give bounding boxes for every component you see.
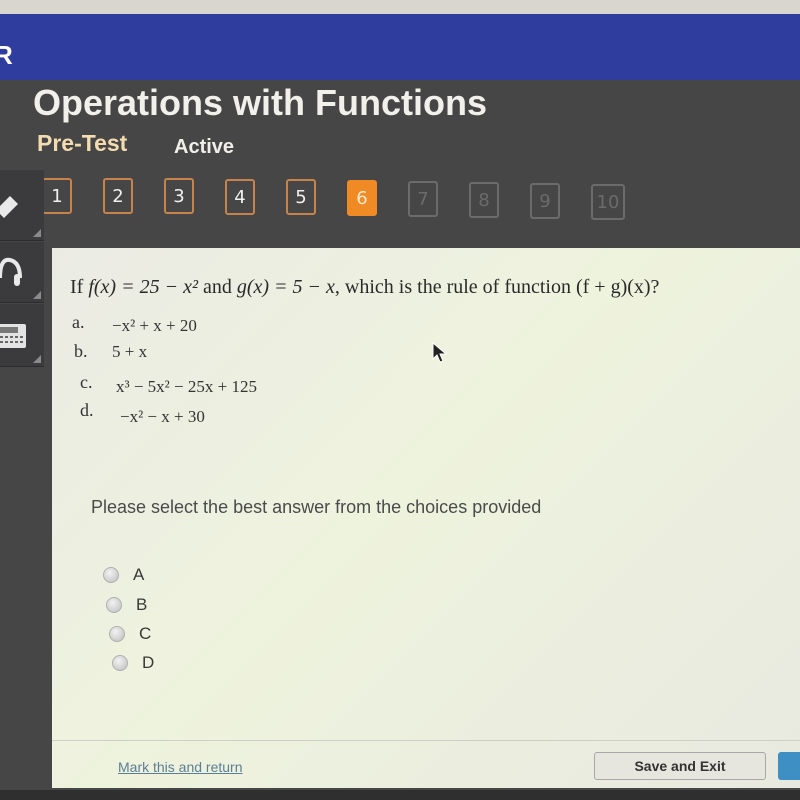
answer-option-b[interactable]: B xyxy=(106,595,147,615)
question-number: 7 xyxy=(417,188,429,210)
activity-type-label: Pre-Test xyxy=(37,130,128,156)
calculator-tool-button[interactable] xyxy=(0,304,44,367)
footer-divider xyxy=(52,740,800,741)
radio-b[interactable] xyxy=(106,597,122,613)
question-9-button: 9 xyxy=(530,183,560,219)
mouse-cursor-icon xyxy=(432,342,448,363)
question-number: 6 xyxy=(356,187,368,209)
answer-option-a[interactable]: A xyxy=(103,565,144,585)
monitor-bottom-edge xyxy=(0,790,800,800)
answer-option-c[interactable]: C xyxy=(109,624,151,644)
choice-c-letter: c. xyxy=(80,372,93,392)
question-number: 9 xyxy=(539,190,551,212)
save-and-exit-button[interactable]: Save and Exit xyxy=(594,752,766,780)
expand-corner-icon xyxy=(33,291,41,299)
question-2-button[interactable]: 2 xyxy=(103,178,133,214)
choice-c-expression: x³ − 5x² − 25x + 125 xyxy=(116,377,257,396)
brand-logo: R xyxy=(0,40,13,70)
answer-prompt: Please select the best answer from the c… xyxy=(91,497,542,517)
choice-a-letter: a. xyxy=(72,312,85,332)
question-text: If f(x) = 25 − x² and g(x) = 5 − x, whic… xyxy=(70,276,659,299)
page-title: Operations with Functions xyxy=(33,82,488,123)
option-label: D xyxy=(142,653,155,672)
option-label: C xyxy=(139,624,152,643)
question-number: 2 xyxy=(112,185,124,207)
question-7-button: 7 xyxy=(408,181,438,217)
next-button[interactable] xyxy=(778,752,800,780)
question-5-button[interactable]: 5 xyxy=(286,179,316,215)
choice-d-expression: −x² − x + 30 xyxy=(120,407,205,426)
mark-and-return-link[interactable]: Mark this and return xyxy=(118,759,243,775)
question-number: 5 xyxy=(295,186,307,208)
option-label: A xyxy=(133,565,145,584)
question-4-button[interactable]: 4 xyxy=(225,179,255,215)
question-3-button[interactable]: 3 xyxy=(164,178,194,214)
question-10-button: 10 xyxy=(591,184,625,220)
question-tail: , which is the rule of function (f + g)(… xyxy=(334,276,660,298)
expand-corner-icon xyxy=(33,229,41,237)
choice-d-letter: d. xyxy=(80,400,94,420)
question-6-button-current[interactable]: 6 xyxy=(347,180,377,216)
f-definition: f(x) = 25 − x² xyxy=(88,276,203,298)
question-lead: If xyxy=(70,276,89,298)
answer-option-d[interactable]: D xyxy=(112,653,154,673)
question-number: 10 xyxy=(596,191,620,213)
option-label: B xyxy=(136,595,148,614)
expand-corner-icon xyxy=(33,355,41,363)
choice-b-letter: b. xyxy=(74,341,88,361)
status-label: Active xyxy=(174,136,235,158)
question-number: 8 xyxy=(478,189,490,211)
question-number: 1 xyxy=(51,185,63,207)
audio-tool-button[interactable] xyxy=(0,242,44,303)
app-header-bar: R xyxy=(0,14,800,80)
question-number: 4 xyxy=(234,186,246,208)
radio-a[interactable] xyxy=(103,567,119,583)
question-1-button[interactable]: 1 xyxy=(42,178,72,214)
choice-a-expression: −x² + x + 20 xyxy=(112,316,197,335)
question-number: 3 xyxy=(173,185,185,207)
choice-b-expression: 5 + x xyxy=(112,342,148,361)
pencil-tool-button[interactable] xyxy=(0,170,44,241)
radio-d[interactable] xyxy=(112,655,128,671)
question-8-button: 8 xyxy=(469,182,499,218)
g-definition: g(x) = 5 − x xyxy=(236,276,335,298)
question-and: and xyxy=(202,276,237,298)
monitor-top-edge xyxy=(0,0,800,14)
radio-c[interactable] xyxy=(109,626,125,642)
